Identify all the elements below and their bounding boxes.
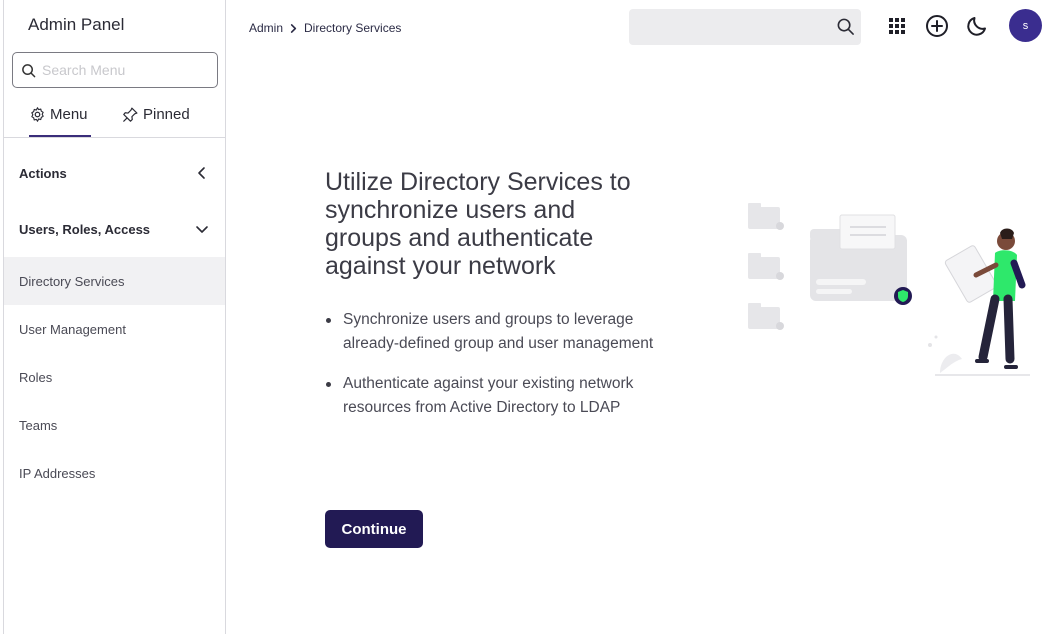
gear-icon — [31, 107, 44, 122]
breadcrumb-admin-link[interactable]: Admin — [249, 21, 283, 35]
breadcrumb-current: Directory Services — [304, 21, 402, 35]
global-search-input[interactable] — [639, 17, 829, 33]
search-icon — [22, 63, 36, 77]
page-headline: Utilize Directory Services to synchroniz… — [325, 168, 631, 280]
sidebar-group-label: Actions — [19, 165, 67, 181]
list-item: Synchronize users and groups to leverage… — [325, 308, 655, 356]
sidebar-item-label: Directory Services — [19, 273, 125, 289]
chevron-right-icon — [290, 23, 297, 33]
user-avatar[interactable]: s — [1009, 9, 1042, 42]
continue-button[interactable]: Continue — [325, 510, 423, 548]
sidebar-item-label: IP Addresses — [19, 465, 96, 481]
tab-menu[interactable]: Menu — [29, 100, 91, 137]
sidebar-search-box[interactable] — [12, 52, 218, 88]
feature-list: Synchronize users and groups to leverage… — [325, 308, 655, 436]
sidebar: Admin Panel Menu Pinned Actions Users, R… — [3, 0, 226, 634]
sidebar-title: Admin Panel — [28, 15, 125, 34]
tab-menu-label: Menu — [50, 106, 88, 123]
global-search-box[interactable] — [629, 9, 861, 45]
shield-badge-icon — [894, 287, 912, 305]
breadcrumb: Admin Directory Services — [249, 21, 401, 35]
sidebar-item-ip-addresses[interactable]: IP Addresses — [4, 449, 225, 497]
sidebar-item-label: User Management — [19, 321, 126, 337]
breadcrumb-separator — [289, 23, 298, 33]
tab-pinned-label: Pinned — [143, 106, 190, 123]
sidebar-item-teams[interactable]: Teams — [4, 401, 225, 449]
sidebar-item-user-management[interactable]: User Management — [4, 305, 225, 353]
sidebar-nav: Actions Users, Roles, Access Directory S… — [4, 145, 225, 497]
sidebar-item-label: Roles — [19, 369, 53, 385]
sidebar-search-input[interactable] — [42, 62, 212, 78]
search-icon[interactable] — [836, 17, 855, 36]
sidebar-group-label: Users, Roles, Access — [19, 221, 151, 237]
sidebar-group-actions[interactable]: Actions — [4, 145, 225, 201]
apps-grid-icon[interactable] — [885, 14, 909, 38]
sidebar-item-roles[interactable]: Roles — [4, 353, 225, 401]
pin-icon — [123, 107, 138, 122]
directory-illustration — [748, 203, 1030, 376]
chevron-left-icon — [198, 167, 205, 179]
tab-pinned[interactable]: Pinned — [122, 100, 190, 137]
moon-icon[interactable] — [965, 14, 989, 38]
sidebar-item-label: Teams — [19, 417, 58, 433]
folder-icon — [748, 303, 784, 330]
person-holding-document-illustration — [944, 228, 1026, 369]
folder-icon — [748, 203, 784, 230]
sidebar-item-directory-services[interactable]: Directory Services — [4, 257, 225, 305]
app-root: Admin Panel Menu Pinned Actions Users, R… — [0, 0, 1055, 634]
large-folder-icon — [810, 214, 907, 301]
chevron-down-icon — [196, 226, 208, 233]
list-item: Authenticate against your existing netwo… — [325, 372, 655, 420]
sidebar-tabs: Menu Pinned — [4, 100, 225, 138]
sidebar-group-users-roles-access[interactable]: Users, Roles, Access — [4, 201, 225, 257]
add-circle-icon[interactable] — [925, 14, 949, 38]
folder-icon — [748, 253, 784, 280]
